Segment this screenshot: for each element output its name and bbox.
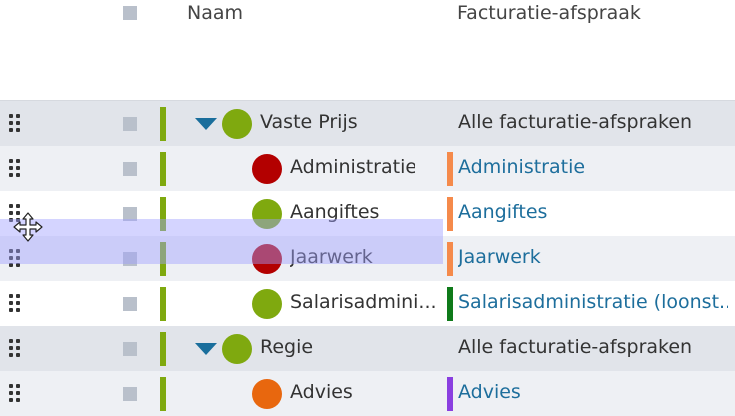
drag-handle-icon[interactable] [9, 339, 21, 357]
billing-link[interactable]: Aangiftes [458, 201, 728, 223]
row-name: Regie [260, 336, 314, 358]
row-color-bar [160, 287, 166, 321]
status-dot [252, 379, 282, 409]
row-color-bar [160, 332, 166, 366]
status-dot [222, 109, 252, 139]
row-color-bar [160, 152, 166, 186]
row-checkbox[interactable] [123, 387, 137, 401]
drag-handle-icon[interactable] [9, 159, 21, 177]
drag-handle-icon[interactable] [9, 384, 21, 402]
row-checkbox[interactable] [123, 342, 137, 356]
billing-link[interactable]: Salarisadministratie (loonst... [458, 291, 728, 313]
drag-preview-overlay [0, 219, 443, 264]
table-row[interactable]: Advies Advies [0, 371, 735, 416]
table-row[interactable]: Salarisadmini... Salarisadministratie (l… [0, 281, 735, 326]
billing-link[interactable]: Administratie [458, 156, 728, 178]
table-row-group[interactable]: Regie Alle facturatie-afspraken [0, 326, 735, 371]
billing-color-bar [447, 377, 453, 411]
row-name: Advies [290, 381, 353, 403]
select-all-checkbox[interactable] [123, 6, 137, 20]
status-dot [222, 334, 252, 364]
status-dot [252, 154, 282, 184]
caret-down-icon[interactable] [195, 118, 217, 130]
table-row-group[interactable]: Vaste Prijs Alle facturatie-afspraken [0, 101, 735, 146]
row-name: Salarisadmini... [290, 291, 435, 313]
drag-handle-icon[interactable] [9, 114, 21, 132]
billing-link[interactable]: Advies [458, 381, 728, 403]
status-dot [252, 289, 282, 319]
row-name: Administratie [290, 156, 415, 178]
billing-color-bar [447, 152, 453, 186]
billing-color-bar [447, 197, 453, 231]
drag-handle-icon[interactable] [9, 294, 21, 312]
billing-color-bar [447, 242, 453, 276]
row-color-bar [160, 377, 166, 411]
row-checkbox[interactable] [123, 297, 137, 311]
move-cursor-icon [13, 212, 43, 242]
billing-link[interactable]: Jaarwerk [458, 246, 728, 268]
column-header-name[interactable]: Naam [187, 2, 243, 24]
table-header: Naam Facturatie-afspraak [0, 0, 735, 101]
billing-color-bar [447, 287, 453, 321]
caret-down-icon[interactable] [195, 343, 217, 355]
row-checkbox[interactable] [123, 162, 137, 176]
row-name: Vaste Prijs [260, 111, 358, 133]
row-billing: Alle facturatie-afspraken [458, 111, 693, 133]
row-billing: Alle facturatie-afspraken [458, 336, 693, 358]
column-header-billing[interactable]: Facturatie-afspraak [457, 2, 641, 24]
row-color-bar [160, 107, 166, 141]
row-checkbox[interactable] [123, 117, 137, 131]
table-row[interactable]: Administratie Administratie [0, 146, 735, 191]
